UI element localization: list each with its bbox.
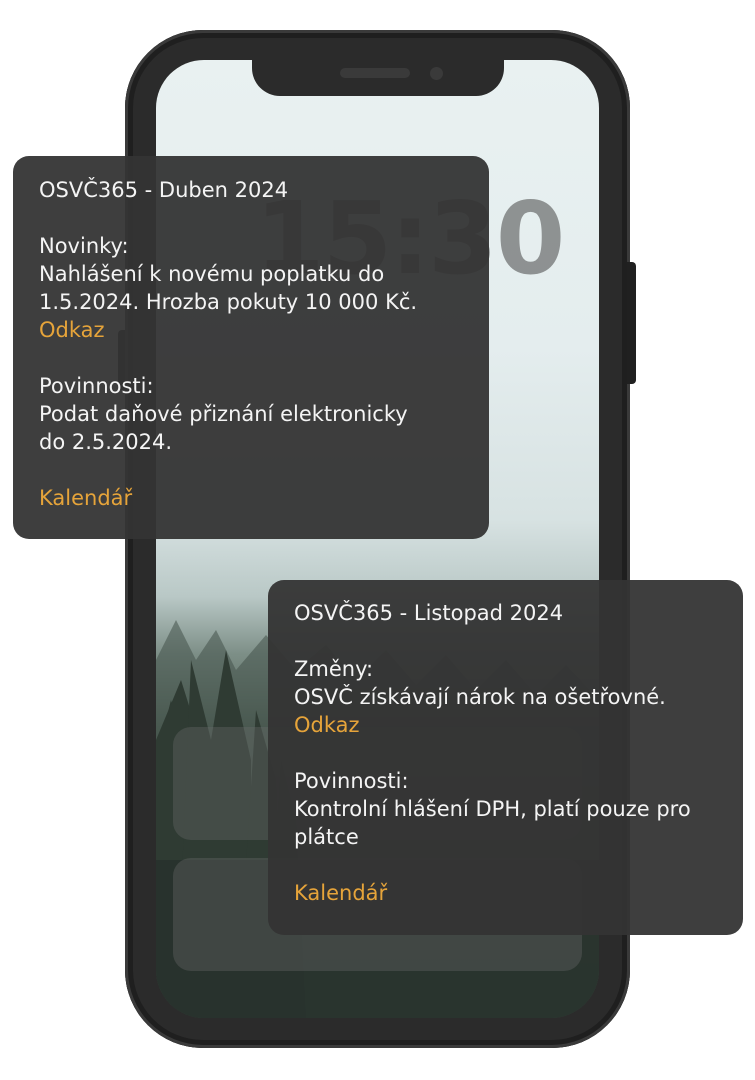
- duties-text-line-2: do 2.5.2024.: [39, 430, 173, 454]
- section-heading-news: Novinky:: [39, 234, 129, 258]
- front-camera: [430, 67, 443, 80]
- notification-card-april[interactable]: OSVČ365 - Duben 2024 Novinky: Nahlášení …: [13, 156, 489, 539]
- card-title: OSVČ365 - Listopad 2024: [294, 601, 564, 625]
- news-text-line-2: 1.5.2024. Hrozba pokuty 10 000 Kč.: [39, 290, 418, 314]
- notification-card-november[interactable]: OSVČ365 - Listopad 2024 Změny: OSVČ získ…: [268, 580, 743, 935]
- link-calendar[interactable]: Kalendář: [294, 879, 387, 907]
- section-heading-duties: Povinnosti:: [39, 374, 154, 398]
- speaker-grille: [340, 68, 410, 78]
- link-odkaz[interactable]: Odkaz: [294, 711, 360, 739]
- duties-text-line-1: Podat daňové přiznání elektronicky: [39, 402, 408, 426]
- link-odkaz[interactable]: Odkaz: [39, 316, 105, 344]
- changes-text-line-1: OSVČ získávají nárok na ošetřovné.: [294, 685, 666, 709]
- duties-text-line-1: Kontrolní hlášení DPH, platí pouze pro: [294, 797, 691, 821]
- section-heading-duties: Povinnosti:: [294, 769, 409, 793]
- phone-side-button-right: [627, 262, 636, 384]
- link-calendar[interactable]: Kalendář: [39, 484, 132, 512]
- duties-text-line-2: plátce: [294, 825, 359, 849]
- card-title: OSVČ365 - Duben 2024: [39, 178, 289, 202]
- news-text-line-1: Nahlášení k novému poplatku do: [39, 262, 385, 286]
- section-heading-changes: Změny:: [294, 657, 374, 681]
